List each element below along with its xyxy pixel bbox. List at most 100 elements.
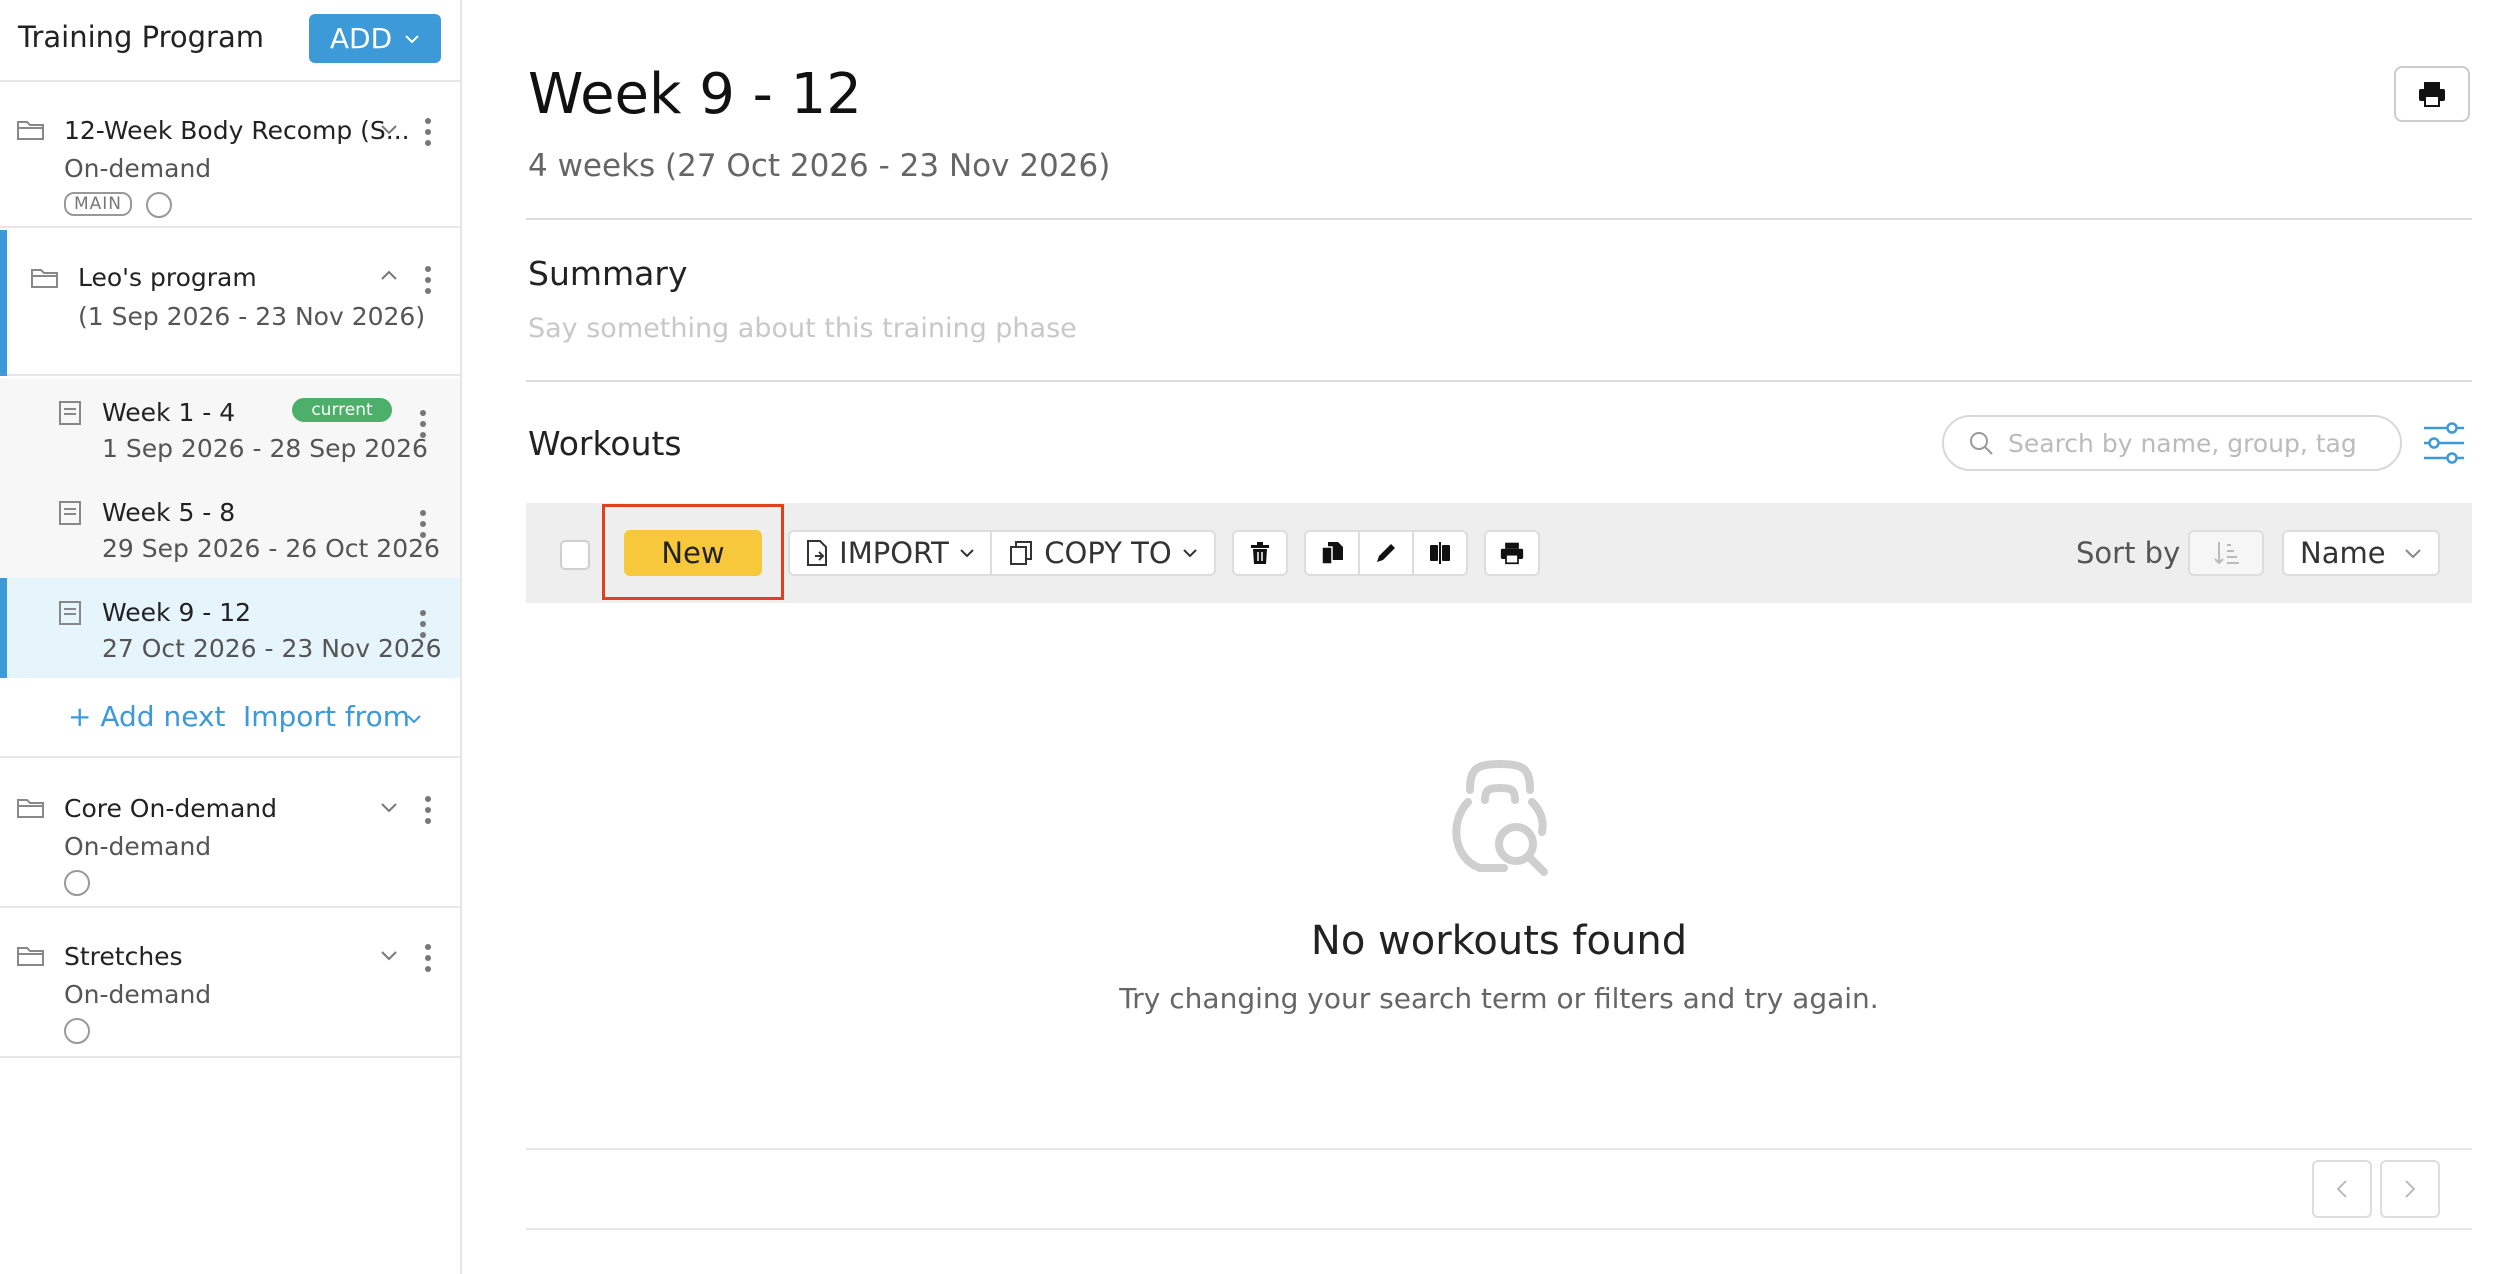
split-icon (1427, 540, 1453, 566)
split-button[interactable] (1412, 530, 1468, 576)
edit-button[interactable] (1358, 530, 1414, 576)
phase-dates: 27 Oct 2026 - 23 Nov 2026 (102, 634, 442, 663)
divider (526, 1228, 2472, 1230)
summary-label: Summary (528, 254, 688, 293)
link-icon (64, 1018, 90, 1044)
more-options-icon[interactable] (425, 266, 431, 299)
selection-indicator (0, 230, 7, 376)
link-icon (64, 870, 90, 896)
file-import-icon (805, 539, 829, 567)
print-button[interactable] (2394, 66, 2470, 122)
program-name: Stretches (64, 942, 183, 971)
phase-name: Week 1 - 4 (102, 398, 236, 427)
sidebar: Training Program ADD 12-Week Body Recomp… (0, 0, 462, 1274)
sort-by-label: Sort by (2076, 536, 2181, 570)
summary-input[interactable]: Say something about this training phase (528, 313, 1077, 344)
document-icon (58, 600, 82, 626)
copy-to-label: COPY TO (1044, 536, 1172, 570)
current-badge: current (292, 398, 392, 422)
chevron-right-icon (2404, 1179, 2416, 1199)
program-dates: (1 Sep 2026 - 23 Nov 2026) (78, 302, 426, 331)
workouts-label: Workouts (528, 424, 682, 463)
duplicate-button[interactable] (1304, 530, 1360, 576)
printer-icon (1499, 541, 1525, 565)
chevron-down-icon (959, 548, 975, 558)
phase-name: Week 5 - 8 (102, 498, 236, 527)
import-button[interactable]: IMPORT (788, 530, 992, 576)
phase-item-selected[interactable]: Week 9 - 12 27 Oct 2026 - 23 Nov 2026 (0, 578, 460, 678)
program-item[interactable]: Core On-demand On-demand (0, 760, 460, 908)
next-page-button[interactable] (2380, 1160, 2440, 1218)
printer-icon (2417, 80, 2447, 108)
sidebar-header: Training Program ADD (0, 0, 460, 82)
import-label: IMPORT (839, 536, 949, 570)
chevron-down-icon[interactable] (380, 124, 398, 135)
search-field[interactable] (1942, 415, 2402, 471)
folder-icon (16, 944, 46, 968)
add-button-label: ADD (329, 22, 393, 55)
program-item[interactable]: 12-Week Body Recomp (S... On-demand MAIN (0, 84, 460, 228)
add-next-link[interactable]: + Add next (68, 700, 226, 733)
filter-settings-icon[interactable] (2422, 422, 2466, 464)
sort-field-select[interactable]: Name (2282, 530, 2440, 576)
divider (526, 380, 2472, 382)
selection-indicator (0, 578, 7, 678)
search-icon (1968, 430, 1994, 456)
program-type: On-demand (64, 980, 212, 1009)
program-type: On-demand (64, 154, 212, 183)
page-subtitle: 4 weeks (27 Oct 2026 - 23 Nov 2026) (528, 148, 1111, 184)
search-input[interactable] (2008, 428, 2368, 458)
phase-dates: 29 Sep 2026 - 26 Oct 2026 (102, 534, 440, 563)
more-options-icon[interactable] (425, 944, 431, 977)
chevron-down-icon[interactable] (380, 950, 398, 961)
pencil-icon (1374, 541, 1398, 565)
program-item[interactable]: Stretches On-demand (0, 910, 460, 1058)
program-type: On-demand (64, 832, 212, 861)
page-title: Week 9 - 12 (528, 62, 862, 127)
more-options-icon[interactable] (425, 796, 431, 829)
chevron-down-icon[interactable] (406, 714, 422, 724)
chevron-down-icon[interactable] (380, 802, 398, 813)
empty-state-title: No workouts found (1310, 918, 1688, 964)
more-options-icon[interactable] (425, 118, 431, 151)
document-icon (58, 500, 82, 526)
sidebar-title: Training Program (18, 20, 265, 54)
highlight-box (602, 504, 784, 600)
folder-icon (16, 118, 46, 142)
import-from-link[interactable]: Import from (243, 700, 410, 733)
folder-icon (16, 796, 46, 820)
copy-to-button[interactable]: COPY TO (990, 530, 1216, 576)
phase-item[interactable]: Week 1 - 4 current 1 Sep 2026 - 28 Sep 2… (0, 378, 460, 478)
phase-actions: + Add next Import from (0, 678, 460, 758)
previous-page-button[interactable] (2312, 1160, 2372, 1218)
sort-ascending-icon (2211, 539, 2241, 567)
empty-state-subtitle: Try changing your search term or filters… (1119, 982, 1879, 1015)
print-workouts-button[interactable] (1484, 530, 1540, 576)
chevron-up-icon[interactable] (380, 270, 398, 281)
phase-item[interactable]: Week 5 - 8 29 Sep 2026 - 26 Oct 2026 (0, 478, 460, 578)
copy-icon (1008, 540, 1034, 566)
program-item-selected[interactable]: Leo's program (1 Sep 2026 - 23 Nov 2026) (0, 230, 460, 376)
chevron-down-icon (2404, 548, 2422, 559)
program-name: 12-Week Body Recomp (S... (64, 116, 410, 145)
chevron-left-icon (2336, 1179, 2348, 1199)
main-badge: MAIN (64, 192, 133, 216)
sort-direction-button[interactable] (2188, 530, 2264, 576)
divider (526, 218, 2472, 220)
divider (526, 1148, 2472, 1150)
link-icon (146, 192, 172, 218)
duplicate-icon (1319, 540, 1345, 566)
chevron-down-icon (404, 34, 420, 44)
document-icon (58, 400, 82, 426)
kettlebell-search-icon (1440, 740, 1560, 880)
phase-name: Week 9 - 12 (102, 598, 252, 627)
delete-button[interactable] (1232, 530, 1288, 576)
chevron-down-icon (1182, 548, 1198, 558)
sort-field-value: Name (2300, 536, 2386, 570)
trash-icon (1249, 541, 1271, 565)
phase-dates: 1 Sep 2026 - 28 Sep 2026 (102, 434, 428, 463)
program-name: Leo's program (78, 263, 257, 292)
add-button[interactable]: ADD (309, 14, 441, 63)
select-all-checkbox[interactable] (560, 540, 590, 570)
folder-icon (30, 266, 60, 290)
